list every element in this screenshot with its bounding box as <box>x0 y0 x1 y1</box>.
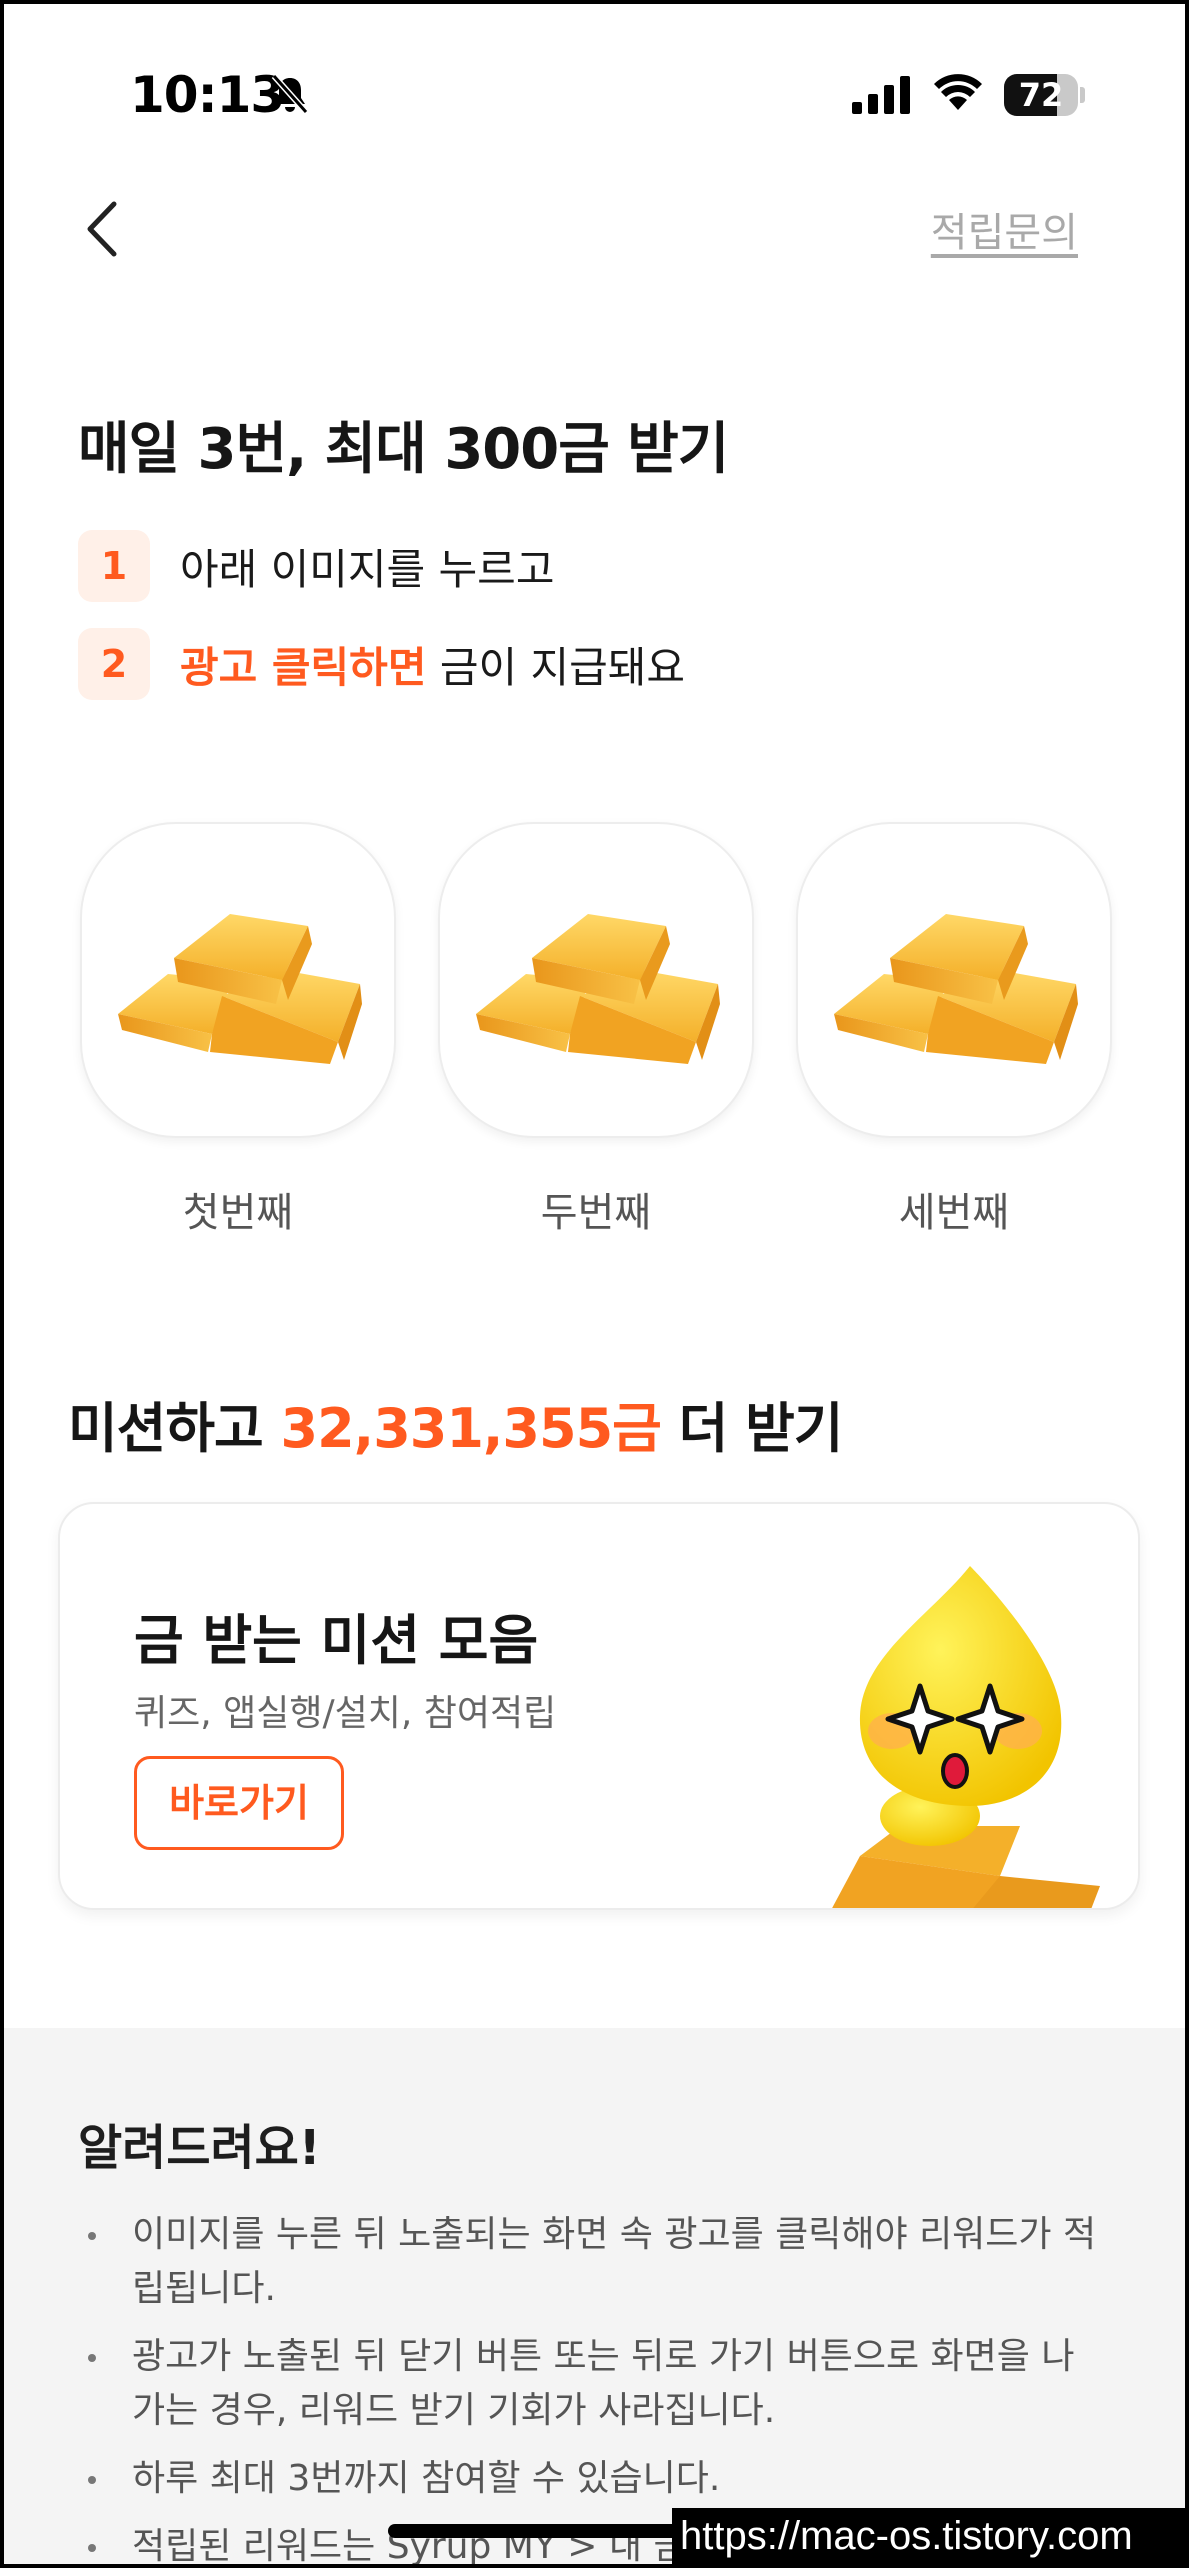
cellular-signal-icon <box>852 76 910 114</box>
notice-item: 이미지를 누른 뒤 노출되는 화면 속 광고를 클릭해야 리워드가 적립됩니다. <box>78 2208 1098 2316</box>
mission-heading: 미션하고 32,331,355금 더 받기 <box>68 1397 843 1460</box>
go-button[interactable]: 바로가기 <box>134 1756 344 1850</box>
wifi-icon <box>934 74 982 110</box>
mission-amount: 32,331,355금 <box>280 1397 662 1460</box>
step-number: 1 <box>78 530 150 602</box>
bell-slash-icon <box>271 74 309 114</box>
mission-card[interactable]: 금 받는 미션 모음 퀴즈, 앱실행/설치, 참여적립 바로가기 <box>58 1502 1140 1910</box>
gold-label-2: 두번째 <box>540 1190 652 1236</box>
gold-card-2[interactable] <box>438 822 754 1138</box>
status-time: 10:13 <box>130 66 285 124</box>
app-screen: 10:13 72 적립문의 매일 3번, 최대 300금 받기 1 아래 이미지… <box>4 4 1185 2564</box>
gold-card-3[interactable] <box>796 822 1112 1138</box>
watermark: https://mac-os.tistory.com <box>672 2508 1185 2564</box>
mission-card-subtitle: 퀴즈, 앱실행/설치, 참여적립 <box>134 1693 557 1734</box>
battery-indicator: 72 <box>1004 74 1085 116</box>
gold-bars-icon <box>118 914 362 1064</box>
notice-title: 알려드려요! <box>78 2120 321 2176</box>
chevron-left-icon[interactable] <box>78 198 128 260</box>
step-number: 2 <box>78 628 150 700</box>
gold-label-1: 첫번째 <box>182 1190 294 1236</box>
step-text: 광고 클릭하면 금이 지급돼요 <box>180 642 686 692</box>
notice-section: 알려드려요! 이미지를 누른 뒤 노출되는 화면 속 광고를 클릭해야 리워드가… <box>4 2028 1185 2564</box>
notice-item: 하루 최대 3번까지 참여할 수 있습니다. <box>78 2452 1098 2506</box>
step-2: 2 광고 클릭하면 금이 지급돼요 <box>78 628 685 700</box>
gold-bars-icon <box>834 914 1078 1064</box>
battery-level: 72 <box>1018 76 1064 114</box>
step-highlight: 광고 클릭하면 <box>180 642 427 692</box>
gold-label-3: 세번째 <box>898 1190 1010 1236</box>
status-bar: 10:13 72 <box>4 4 1185 184</box>
step-text: 아래 이미지를 누르고 <box>180 544 555 594</box>
page-title: 매일 3번, 최대 300금 받기 <box>78 417 729 482</box>
gold-card-1[interactable] <box>80 822 396 1138</box>
gold-bars-icon <box>476 914 720 1064</box>
mission-card-title: 금 받는 미션 모음 <box>134 1609 539 1672</box>
inquiry-link[interactable]: 적립문의 <box>931 200 1078 258</box>
step-1: 1 아래 이미지를 누르고 <box>78 530 554 602</box>
notice-item: 광고가 노출된 뒤 닫기 버튼 또는 뒤로 가기 버튼으로 화면을 나가는 경우… <box>78 2330 1098 2438</box>
mascot-icon <box>832 1566 1100 1908</box>
